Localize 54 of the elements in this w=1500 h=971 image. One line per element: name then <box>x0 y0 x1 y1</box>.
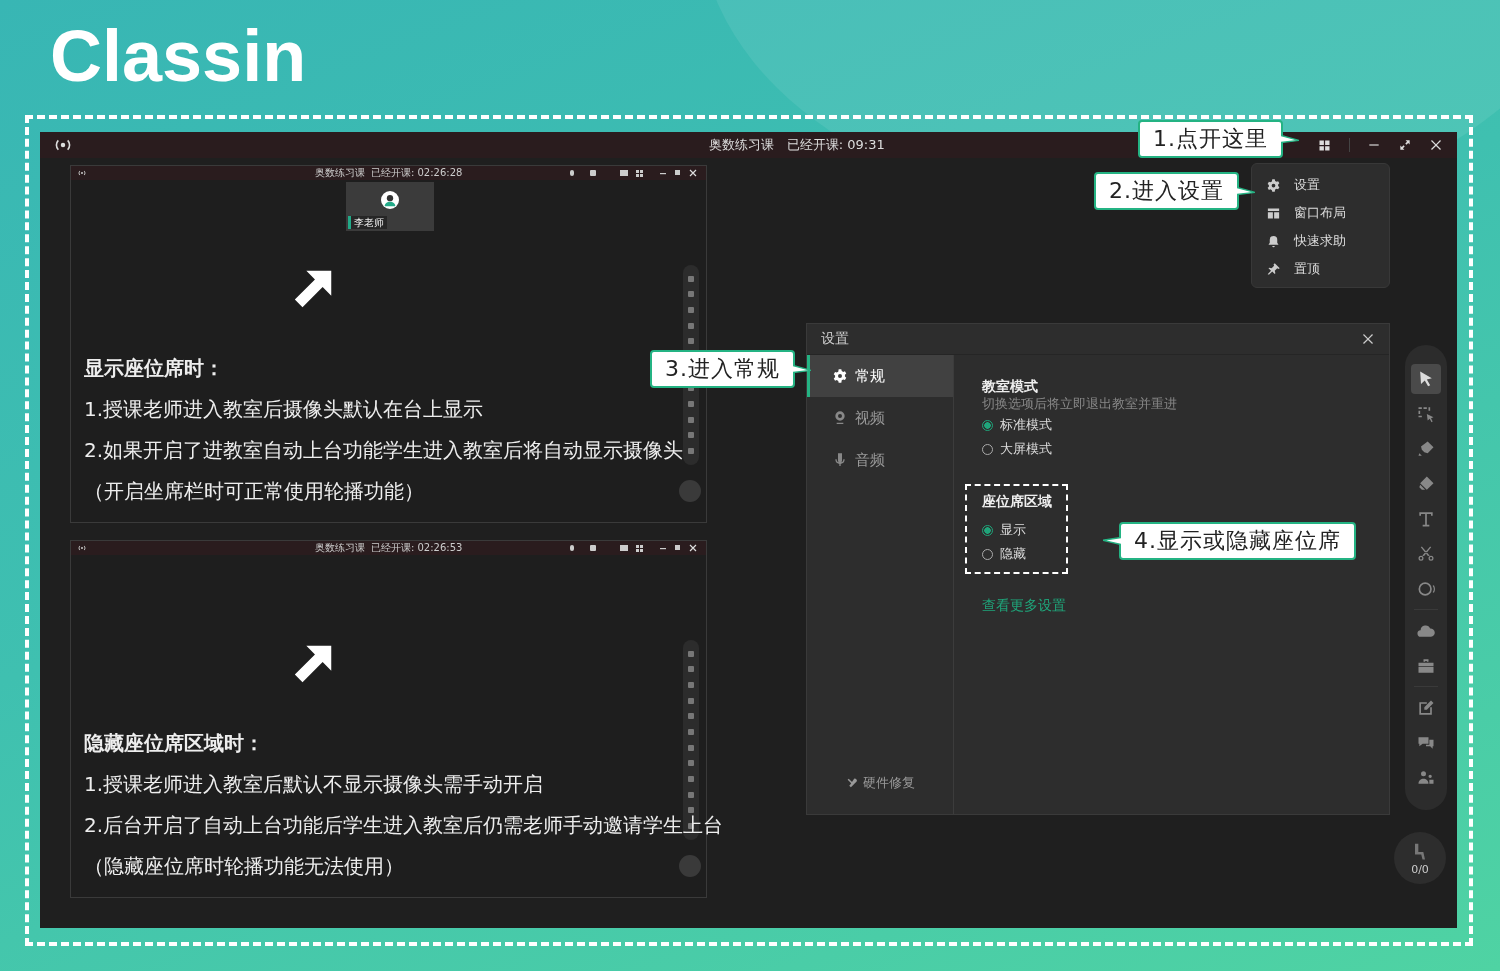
note-line: （开启坐席栏时可正常使用轮播功能） <box>84 478 424 505</box>
mic-icon <box>832 452 848 468</box>
callout-label: 2.进入设置 <box>1094 172 1239 210</box>
broadcast-icon <box>77 544 87 552</box>
seat-button-drawing <box>679 855 701 877</box>
close-icon[interactable] <box>1361 332 1375 346</box>
pointer-icon <box>1237 184 1255 198</box>
callout-label: 3.进入常规 <box>650 350 795 388</box>
section-title: 教室模式 <box>982 377 1038 395</box>
settings-tab[interactable]: 视频 <box>807 397 953 439</box>
pointer-icon <box>793 362 811 376</box>
radio-option[interactable]: 显示 <box>982 518 1026 542</box>
note-line: （隐藏座位席时轮播功能无法使用） <box>84 853 404 880</box>
bell-icon <box>1266 233 1281 249</box>
camera-icon <box>832 410 848 426</box>
pin-icon <box>1266 261 1281 277</box>
callout-label: 1.点开这里 <box>1138 120 1283 158</box>
note-line: 2.如果开启了进教室自动上台功能学生进入教室后将自动显示摄像头 <box>84 437 684 464</box>
note-line: 2.后台开启了自动上台功能后学生进入教室后仍需老师手动邀请学生上台 <box>84 812 724 839</box>
menu-item[interactable]: 快速求助 <box>1252 227 1389 255</box>
tool-button[interactable] <box>1411 363 1441 394</box>
seat-button[interactable]: 0/0 <box>1394 832 1446 884</box>
gear-icon <box>832 368 848 384</box>
settings-tab[interactable]: 音频 <box>807 439 953 481</box>
more-settings-link[interactable]: 查看更多设置 <box>982 597 1066 615</box>
window-title: 奥数练习课 已经开课: 09:31 <box>709 136 885 154</box>
callout-label: 4.显示或隐藏座位席 <box>1119 522 1356 560</box>
menu-item[interactable]: 设置 <box>1252 171 1389 199</box>
avatar-icon <box>381 191 399 209</box>
broadcast-icon <box>77 169 87 177</box>
radio-option[interactable]: 大屏模式 <box>982 437 1052 461</box>
repair-link[interactable]: 硬件修复 <box>807 764 953 814</box>
pointer-icon <box>1281 132 1299 146</box>
section-title: 座位席区域 <box>982 492 1052 511</box>
menu-item[interactable]: 置顶 <box>1252 255 1389 283</box>
gear-icon <box>1266 177 1281 193</box>
close-icon[interactable] <box>1429 138 1443 152</box>
note-heading: 显示座位席时： <box>84 355 224 382</box>
hint-text: 切换选项后将立即退出教室并重进 <box>982 395 1177 413</box>
window-title: 奥数练习课 已经开课: 02:26:53 <box>314 541 463 555</box>
dialog-title: 设置 <box>821 330 850 348</box>
radio-option[interactable]: 隐藏 <box>982 542 1026 566</box>
note-line: 1.授课老师进入教室后摄像头默认在台上显示 <box>84 396 484 423</box>
settings-tab[interactable]: 常规 <box>807 355 953 397</box>
window-title: 奥数练习课 已经开课: 02:26:28 <box>314 166 463 180</box>
name-label: 李老师 <box>348 216 387 229</box>
logo-text: Classin <box>50 15 307 98</box>
restore-icon[interactable] <box>1398 138 1412 152</box>
note-line: 1.授课老师进入教室后默认不显示摄像头需手动开启 <box>84 771 544 798</box>
note-heading: 隐藏座位席区域时： <box>84 730 264 757</box>
pointer-icon <box>1103 534 1121 548</box>
menu-item[interactable]: 窗口布局 <box>1252 199 1389 227</box>
radio-option[interactable]: 标准模式 <box>982 413 1052 437</box>
seat-button-drawing <box>679 480 701 502</box>
